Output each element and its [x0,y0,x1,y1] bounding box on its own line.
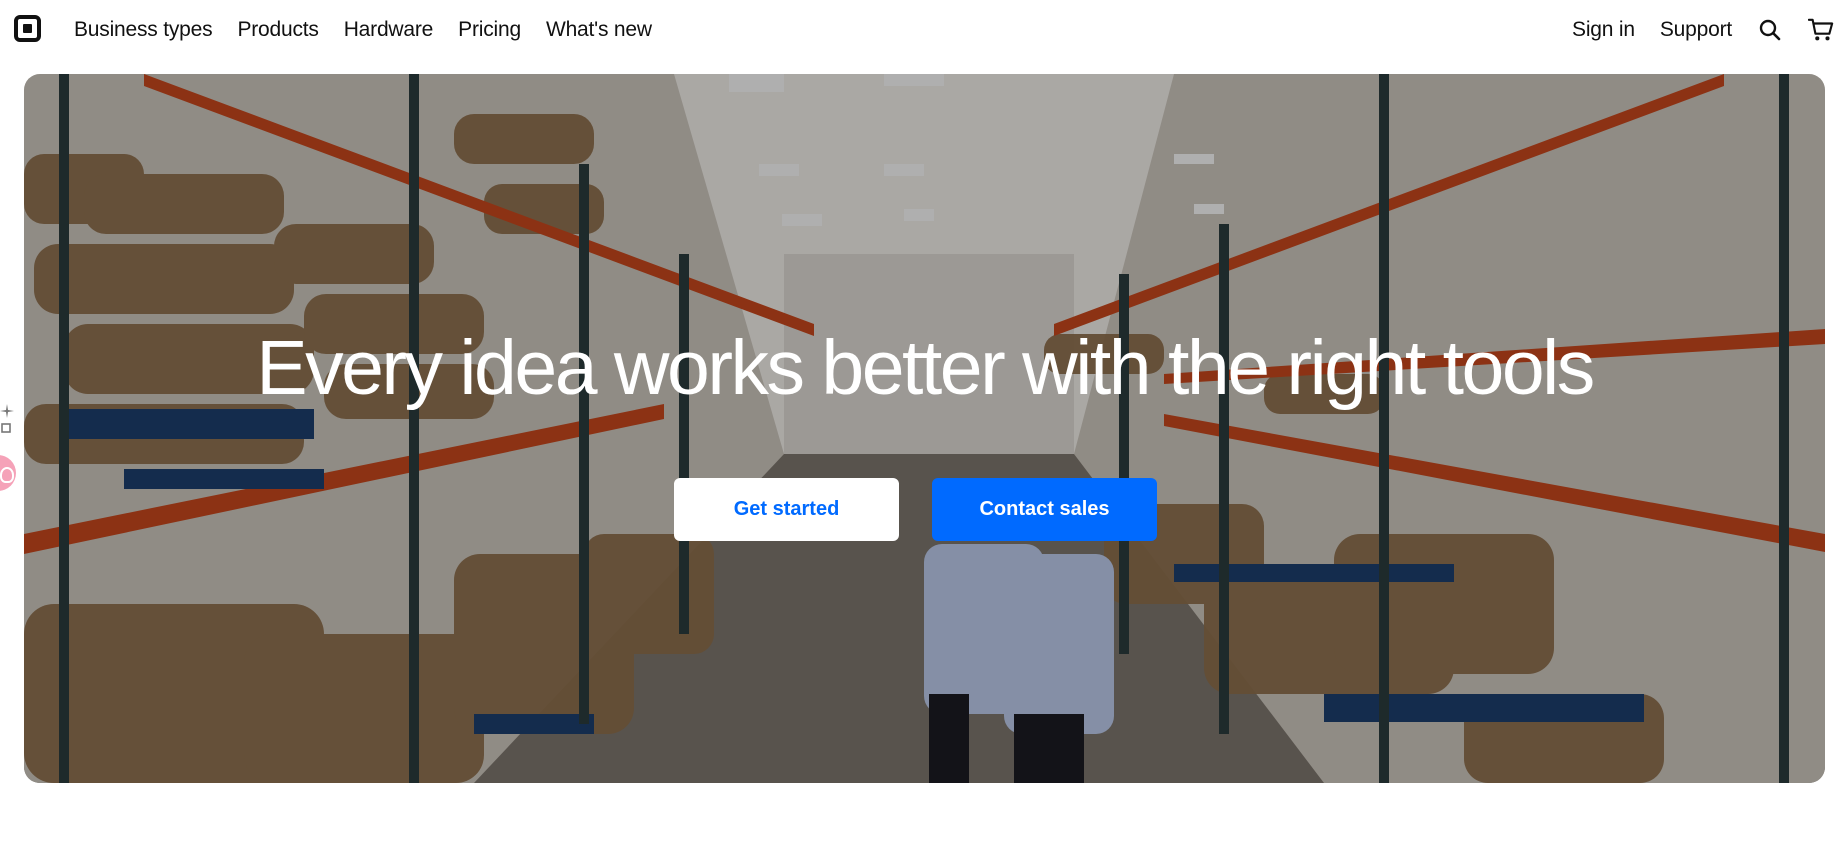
cart-icon[interactable] [1808,17,1834,43]
hero-dim-overlay [24,74,1825,783]
search-icon[interactable] [1757,17,1783,43]
hero-banner: Every idea works better with the right t… [24,74,1825,783]
utility-nav: Sign in Support [1572,0,1834,60]
nav-support[interactable]: Support [1660,18,1732,42]
get-started-button[interactable]: Get started [674,478,899,541]
contact-sales-button[interactable]: Contact sales [932,478,1157,541]
top-navigation: Business types Products Hardware Pricing… [0,0,1848,60]
nav-business-types[interactable]: Business types [74,18,213,42]
nav-sign-in[interactable]: Sign in [1572,18,1635,42]
square-logo-icon[interactable] [14,15,41,42]
hero-title: Every idea works better with the right t… [256,325,1595,411]
accessibility-widget-icon[interactable] [0,455,16,491]
nav-pricing[interactable]: Pricing [458,18,521,42]
nav-products[interactable]: Products [237,18,318,42]
hero-actions: Get started Contact sales [24,478,1825,541]
nav-whats-new[interactable]: What's new [546,18,652,42]
floating-sidebar-tab[interactable] [0,402,16,438]
nav-hardware[interactable]: Hardware [344,18,434,42]
primary-nav: Business types Products Hardware Pricing… [74,0,652,60]
